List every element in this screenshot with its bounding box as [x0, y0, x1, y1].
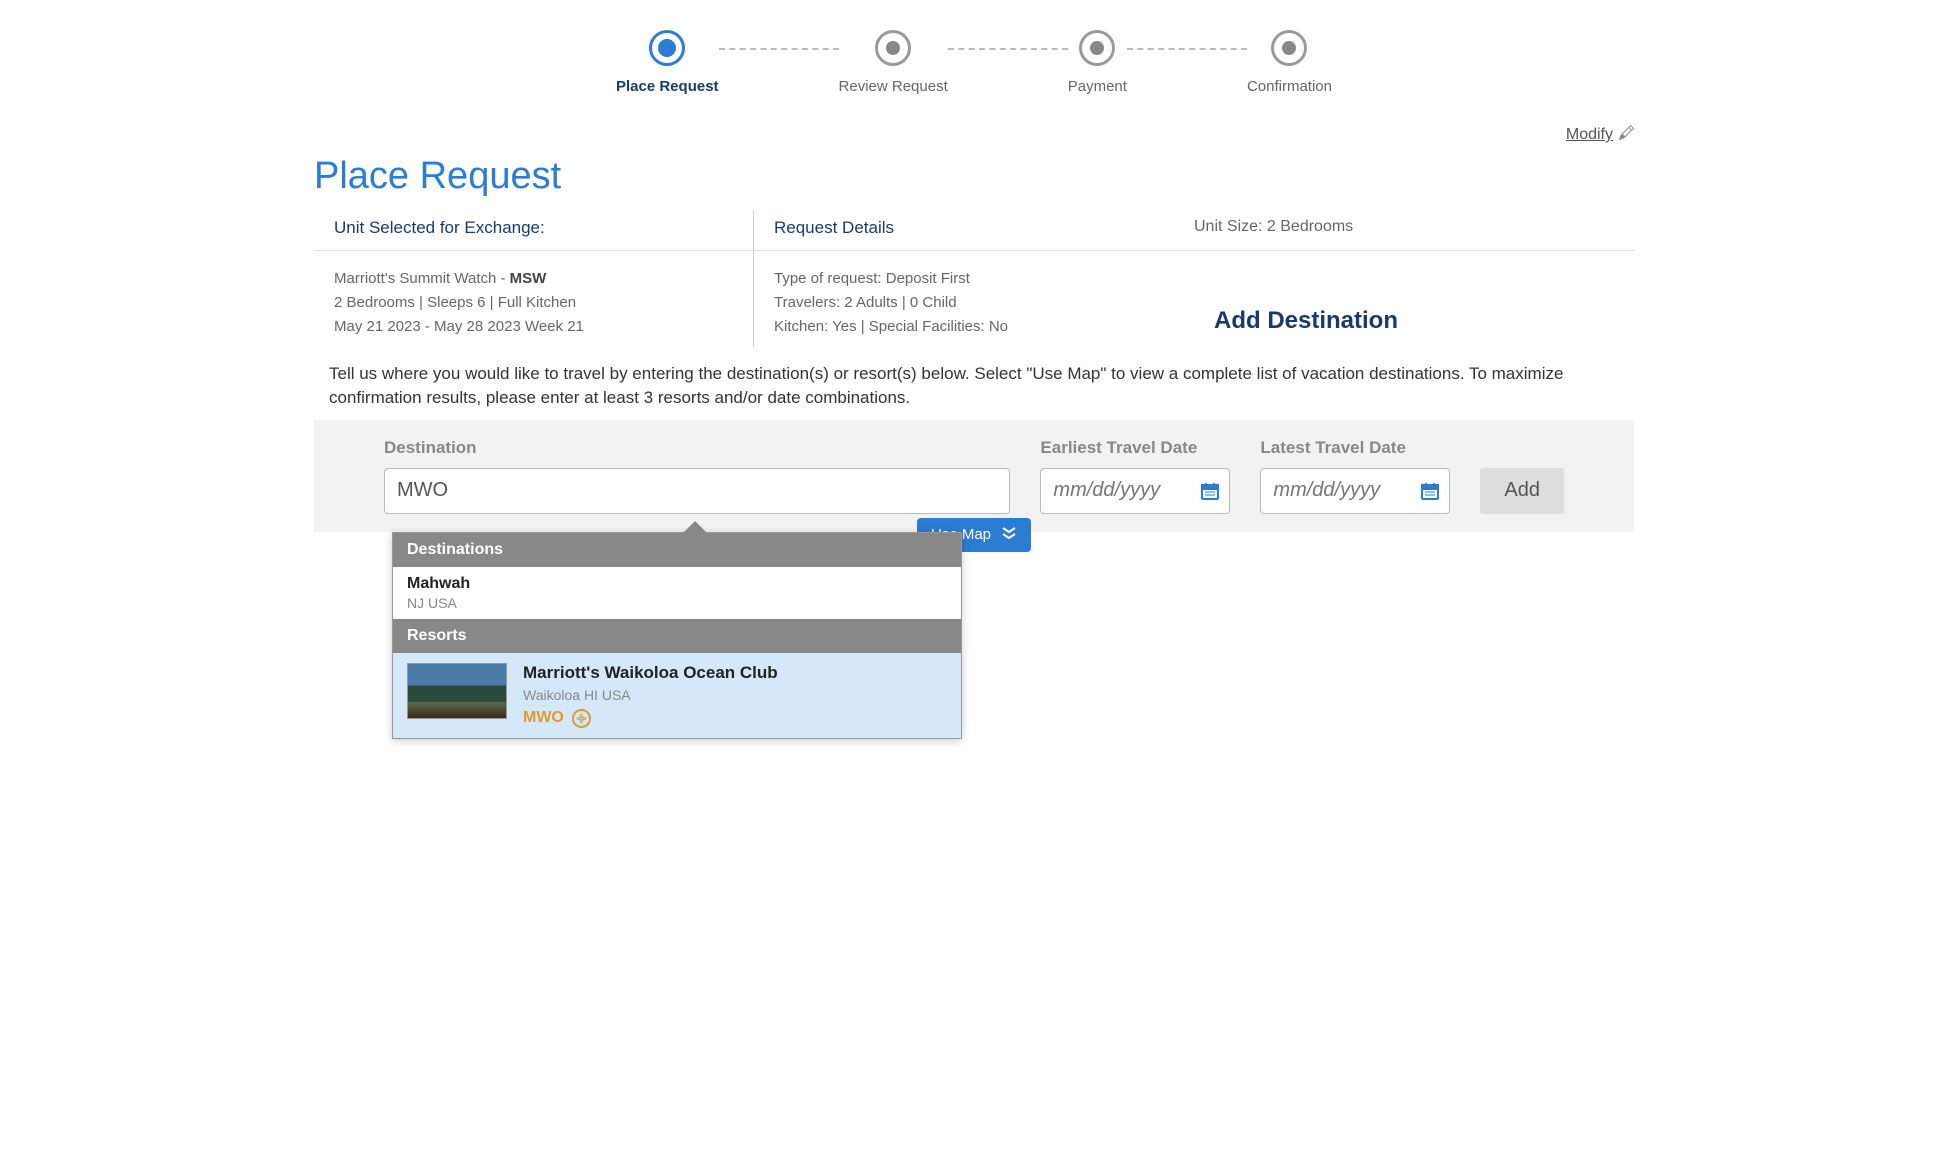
latest-date-field-group: Latest Travel Date: [1260, 438, 1450, 514]
step-connector: [719, 48, 839, 50]
earliest-date-input[interactable]: [1040, 468, 1230, 514]
request-details-heading: Request Details: [754, 210, 1194, 250]
step-circle-icon: [875, 30, 911, 66]
modify-link-label: Modify: [1566, 126, 1613, 144]
step-connector: [948, 48, 1068, 50]
resort-code-row: MWO: [523, 709, 947, 728]
step-payment: Payment: [1068, 30, 1127, 95]
unit-size-label: Unit Size: 2 Bedrooms: [1194, 210, 1634, 250]
step-confirmation: Confirmation: [1247, 30, 1332, 95]
autocomplete-resort-item[interactable]: Marriott's Waikoloa Ocean Club Waikoloa …: [393, 653, 961, 738]
destination-input[interactable]: [384, 468, 1010, 514]
search-panel: Destination Earliest Travel Date Latest …: [314, 420, 1634, 532]
chevron-down-double-icon: [1001, 526, 1017, 544]
request-type-line: Type of request: Deposit First: [774, 267, 1174, 291]
earliest-date-label: Earliest Travel Date: [1040, 438, 1230, 458]
unit-selected-heading: Unit Selected for Exchange:: [314, 210, 754, 250]
step-label: Payment: [1068, 78, 1127, 95]
resort-name: Marriott's Summit Watch -: [334, 270, 510, 287]
unit-selected-body: Marriott's Summit Watch - MSW 2 Bedrooms…: [314, 251, 754, 347]
add-button[interactable]: Add: [1480, 468, 1564, 514]
step-circle-icon: [1271, 30, 1307, 66]
page-title: Place Request: [314, 155, 1634, 198]
destination-label: Destination: [384, 438, 1010, 458]
step-circle-icon: [1079, 30, 1115, 66]
step-review-request: Review Request: [839, 30, 948, 95]
pencil-icon: [1619, 125, 1634, 145]
resort-title: Marriott's Waikoloa Ocean Club: [523, 663, 947, 683]
progress-stepper: Place Request Review Request Payment Con…: [314, 30, 1634, 95]
step-label: Review Request: [839, 78, 948, 95]
step-place-request: Place Request: [616, 30, 719, 95]
instructions-text: Tell us where you would like to travel b…: [329, 362, 1619, 410]
unit-size-line: 2 Bedrooms | Sleeps 6 | Full Kitchen: [334, 291, 733, 315]
latest-date-label: Latest Travel Date: [1260, 438, 1450, 458]
resort-info: Marriott's Waikoloa Ocean Club Waikoloa …: [523, 663, 947, 728]
step-circle-icon: [649, 30, 685, 66]
resort-code-text: MWO: [523, 709, 564, 727]
request-details-body: Type of request: Deposit First Travelers…: [754, 251, 1194, 347]
modify-link[interactable]: Modify: [1566, 115, 1634, 155]
kitchen-line: Kitchen: Yes | Special Facilities: No: [774, 315, 1174, 339]
resort-code: MSW: [510, 270, 547, 287]
resort-name-line: Marriott's Summit Watch - MSW: [334, 267, 733, 291]
details-body: Marriott's Summit Watch - MSW 2 Bedrooms…: [314, 251, 1634, 347]
details-headings: Unit Selected for Exchange: Request Deta…: [314, 210, 1634, 251]
travelers-line: Travelers: 2 Adults | 0 Child: [774, 291, 1174, 315]
step-label: Place Request: [616, 78, 719, 95]
autocomplete-item-sub: NJ USA: [407, 595, 947, 611]
autocomplete-resorts-header: Resorts: [393, 619, 961, 653]
add-destination-title: Add Destination: [1214, 307, 1614, 335]
autocomplete-destination-item[interactable]: Mahwah NJ USA: [393, 567, 961, 619]
resort-location: Waikoloa HI USA: [523, 687, 947, 703]
unit-dates-line: May 21 2023 - May 28 2023 Week 21: [334, 315, 733, 339]
resort-thumbnail: [407, 663, 507, 719]
destination-field-group: Destination: [384, 438, 1010, 514]
step-connector: [1127, 48, 1247, 50]
autocomplete-dropdown: Destinations Mahwah NJ USA Resorts Marri…: [392, 532, 962, 739]
autocomplete-item-title: Mahwah: [407, 575, 947, 593]
step-label: Confirmation: [1247, 78, 1332, 95]
autocomplete-destinations-header: Destinations: [393, 533, 961, 567]
latest-date-input[interactable]: [1260, 468, 1450, 514]
add-destination-col: Add Destination: [1194, 251, 1634, 347]
resort-badge-icon: [572, 709, 591, 728]
earliest-date-field-group: Earliest Travel Date: [1040, 438, 1230, 514]
